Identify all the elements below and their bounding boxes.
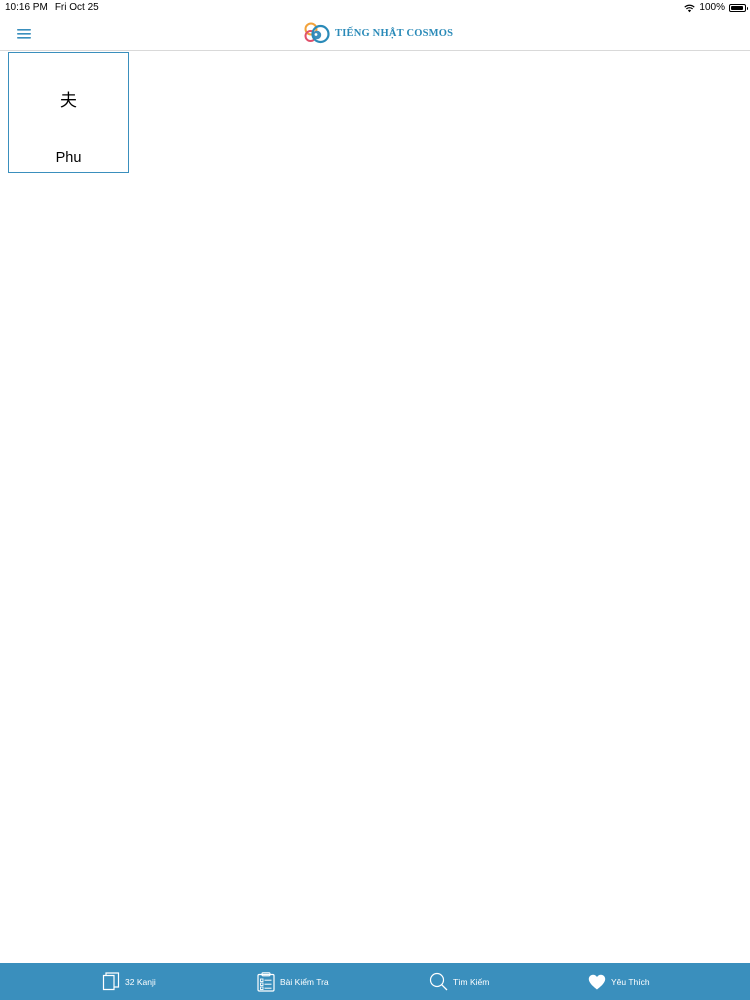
tab-favorites[interactable]: Yêu Thích <box>588 963 650 1000</box>
status-left: 10:16 PM Fri Oct 25 <box>5 0 99 16</box>
menu-button[interactable] <box>13 24 35 42</box>
heart-icon <box>588 974 606 989</box>
status-time: 10:16 PM <box>5 2 48 13</box>
tab-test[interactable]: Bài Kiểm Tra <box>257 963 329 1000</box>
tab-search-label: Tìm Kiếm <box>453 976 490 987</box>
battery-percent: 100% <box>699 2 725 13</box>
tab-test-label: Bài Kiểm Tra <box>280 976 329 987</box>
status-date: Fri Oct 25 <box>54 2 99 13</box>
brand-title: TIẾNG NHẬT COSMOS <box>335 27 454 39</box>
kanji-character: 夫 <box>60 91 77 111</box>
clipboard-icon <box>257 971 275 992</box>
brand: TIẾNG NHẬT COSMOS <box>303 20 453 46</box>
wifi-icon <box>684 4 696 12</box>
status-bar: 10:16 PM Fri Oct 25 100% <box>0 0 750 16</box>
kanji-reading: Phu <box>55 150 82 166</box>
tab-search[interactable]: Tìm Kiếm <box>429 963 489 1000</box>
kanji-card[interactable]: 夫 Phu <box>8 52 129 173</box>
battery-icon <box>729 4 748 12</box>
hamburger-icon <box>17 29 31 39</box>
status-right: 100% <box>684 0 748 16</box>
cosmos-logo <box>304 22 330 44</box>
nav-bar: TIẾNG NHẬT COSMOS <box>0 16 750 51</box>
tab-favorites-label: Yêu Thích <box>611 976 650 987</box>
tab-kanji-list[interactable]: 32 Kanji <box>102 963 156 1000</box>
tab-bar: 32 Kanji Bài Kiểm Tra Tìm Kiếm Yêu Thích <box>0 963 750 1000</box>
document-icon <box>102 972 120 991</box>
tab-kanji-label: 32 Kanji <box>125 976 156 987</box>
search-icon <box>429 972 448 991</box>
